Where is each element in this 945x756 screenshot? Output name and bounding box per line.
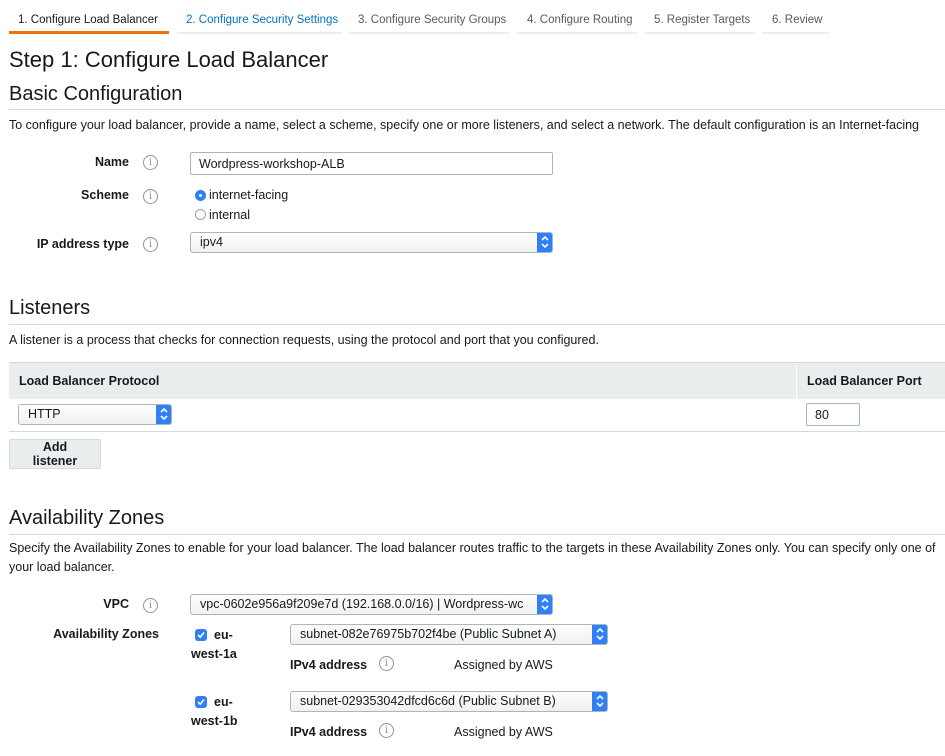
section-description: Specify the Availability Zones to enable… bbox=[9, 541, 936, 574]
ipv4-address-value: Assigned by AWS bbox=[454, 725, 553, 739]
section-divider bbox=[9, 324, 945, 325]
checkmark-icon bbox=[197, 631, 205, 639]
select-value: ipv4 bbox=[200, 235, 223, 249]
scheme-label: Scheme bbox=[81, 188, 129, 202]
column-header-port: Load Balancer Port bbox=[807, 374, 922, 388]
section-heading-availability-zones: Availability Zones bbox=[9, 507, 165, 529]
listeners-table-header: Load Balancer Protocol Load Balancer Por… bbox=[9, 362, 945, 400]
section-heading-basic-configuration: Basic Configuration bbox=[9, 83, 183, 105]
tab-register-targets[interactable]: 5. Register Targets bbox=[645, 8, 755, 34]
zone-checkbox-eu-west-1b[interactable] bbox=[195, 696, 207, 708]
select-value: vpc-0602e956a9f209e7d (192.168.0.0/16) |… bbox=[200, 597, 524, 611]
tab-configure-security-settings[interactable]: 2. Configure Security Settings bbox=[177, 8, 341, 34]
tab-active-indicator bbox=[9, 31, 169, 34]
info-icon[interactable]: i bbox=[143, 237, 158, 252]
select-arrows-icon bbox=[537, 595, 552, 614]
radio-label-internet-facing: internet-facing bbox=[209, 188, 289, 202]
zone-name-line2: west-1b bbox=[191, 714, 238, 728]
tab-configure-load-balancer[interactable]: 1. Configure Load Balancer bbox=[9, 8, 169, 34]
section-description: A listener is a process that checks for … bbox=[9, 333, 599, 347]
tab-configure-routing[interactable]: 4. Configure Routing bbox=[517, 8, 637, 34]
availability-zones-label: Availability Zones bbox=[53, 627, 159, 641]
section-divider bbox=[9, 109, 945, 110]
section-divider bbox=[9, 534, 945, 535]
tab-label: 5. Register Targets bbox=[654, 14, 751, 26]
zone-name-line1: eu- bbox=[214, 695, 233, 709]
listener-protocol-select[interactable]: HTTP bbox=[18, 404, 172, 425]
column-header-protocol: Load Balancer Protocol bbox=[19, 374, 160, 388]
select-arrows-icon bbox=[156, 405, 171, 424]
vpc-label: VPC bbox=[103, 597, 129, 611]
zone-name-line2: west-1a bbox=[191, 647, 237, 661]
subnet-select-b[interactable]: subnet-029353042dfcd6c6d (Public Subnet … bbox=[290, 691, 608, 712]
column-divider bbox=[796, 363, 797, 400]
tab-label: 2. Configure Security Settings bbox=[186, 14, 339, 26]
ipv4-address-label: IPv4 address bbox=[290, 658, 368, 672]
info-icon[interactable]: i bbox=[143, 598, 158, 613]
zone-checkbox-eu-west-1a[interactable] bbox=[195, 629, 207, 641]
radio-internal[interactable] bbox=[195, 209, 206, 220]
tab-configure-security-groups[interactable]: 3. Configure Security Groups bbox=[349, 8, 509, 34]
info-icon[interactable]: i bbox=[143, 189, 158, 204]
name-input[interactable] bbox=[190, 152, 553, 175]
ipv4-address-value: Assigned by AWS bbox=[454, 658, 553, 672]
tab-label: 4. Configure Routing bbox=[527, 14, 633, 26]
select-value: HTTP bbox=[28, 407, 61, 421]
select-arrows-icon bbox=[537, 233, 552, 252]
info-icon[interactable]: i bbox=[143, 155, 158, 170]
add-listener-button[interactable]: Add listener bbox=[9, 439, 101, 469]
tab-indicator bbox=[349, 32, 509, 34]
tab-indicator bbox=[763, 32, 829, 34]
tab-review[interactable]: 6. Review bbox=[763, 8, 829, 34]
radio-label-internal: internal bbox=[209, 208, 250, 222]
tab-label: 3. Configure Security Groups bbox=[358, 14, 507, 26]
select-arrows-icon bbox=[592, 625, 607, 644]
info-icon[interactable]: i bbox=[379, 656, 394, 671]
info-icon[interactable]: i bbox=[379, 723, 394, 738]
tab-indicator bbox=[517, 32, 637, 34]
checkmark-icon bbox=[197, 698, 205, 706]
tab-indicator bbox=[645, 32, 755, 34]
ipv4-address-label: IPv4 address bbox=[290, 725, 368, 739]
page-title: Step 1: Configure Load Balancer bbox=[9, 47, 329, 72]
section-heading-listeners: Listeners bbox=[9, 297, 91, 319]
tab-indicator bbox=[177, 32, 341, 34]
radio-internet-facing[interactable] bbox=[195, 190, 206, 201]
vpc-select[interactable]: vpc-0602e956a9f209e7d (192.168.0.0/16) |… bbox=[190, 594, 553, 615]
listener-port-input[interactable] bbox=[806, 403, 860, 426]
ip-address-type-label: IP address type bbox=[36, 237, 129, 251]
select-value: subnet-029353042dfcd6c6d (Public Subnet … bbox=[300, 694, 556, 708]
tab-label: 6. Review bbox=[772, 14, 823, 26]
select-value: subnet-082e76975b702f4be (Public Subnet … bbox=[300, 627, 557, 641]
subnet-select-a[interactable]: subnet-082e76975b702f4be (Public Subnet … bbox=[290, 624, 608, 645]
ip-address-type-select[interactable]: ipv4 bbox=[190, 232, 553, 253]
section-description: To configure your load balancer, provide… bbox=[9, 118, 919, 132]
table-row-divider bbox=[9, 431, 945, 432]
select-arrows-icon bbox=[592, 692, 607, 711]
wizard-tabs: 1. Configure Load Balancer 2. Configure … bbox=[0, 0, 945, 34]
zone-name-line1: eu- bbox=[214, 628, 233, 642]
name-label: Name bbox=[94, 155, 129, 169]
tab-label: 1. Configure Load Balancer bbox=[18, 14, 159, 26]
